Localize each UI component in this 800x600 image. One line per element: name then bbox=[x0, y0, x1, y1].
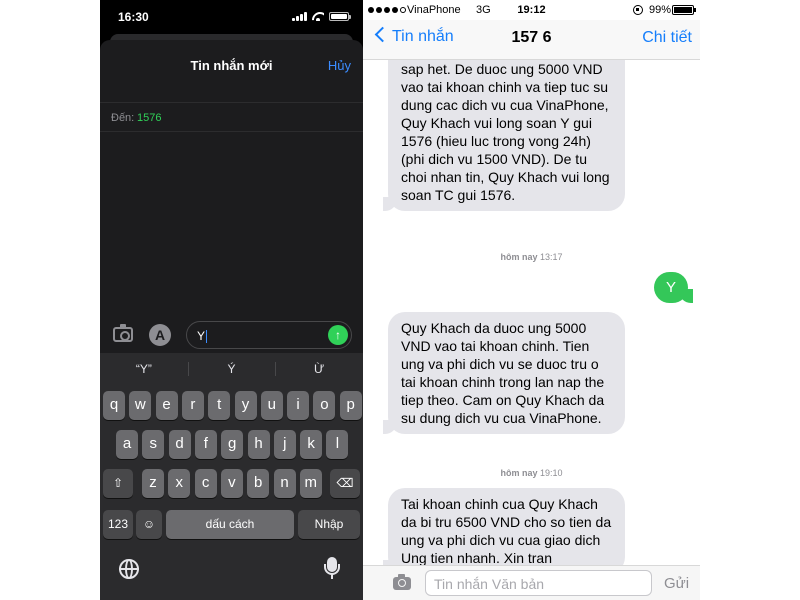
cancel-button[interactable]: Hủy bbox=[328, 58, 351, 73]
timestamp-day: hôm nay bbox=[500, 468, 538, 478]
emoji-key[interactable]: ☺ bbox=[136, 510, 162, 539]
sheet-title: Tin nhắn mới bbox=[190, 58, 273, 73]
send-button[interactable]: ↑ bbox=[328, 325, 348, 345]
key-v[interactable]: v bbox=[220, 469, 243, 498]
key-f[interactable]: f bbox=[194, 430, 217, 459]
suggestion-item[interactable]: “Y” bbox=[100, 353, 188, 385]
incoming-message[interactable]: Quy Khach da duoc ung 5000 VND vao tai k… bbox=[383, 312, 625, 434]
details-button[interactable]: Chi tiết bbox=[642, 29, 692, 47]
battery-percent: 99% bbox=[649, 4, 672, 16]
message-thread[interactable]: Tai khoan chinh cua Quy Khach sap het. D… bbox=[363, 60, 700, 565]
suggestion-item[interactable]: Ừ bbox=[275, 353, 363, 385]
key-g[interactable]: g bbox=[221, 430, 244, 459]
navigation-bar: Tin nhắn 157 6 Chi tiết bbox=[363, 20, 700, 60]
signal-icon bbox=[292, 12, 307, 21]
key-n[interactable]: n bbox=[273, 469, 296, 498]
incoming-message[interactable]: Tai khoan chinh cua Quy Khach sap het. D… bbox=[383, 60, 625, 211]
recipient-label: Đến: bbox=[111, 112, 135, 124]
key-d[interactable]: d bbox=[168, 430, 191, 459]
timestamp-time: 19:10 bbox=[540, 468, 563, 478]
key-a[interactable]: a bbox=[116, 430, 138, 459]
key-x[interactable]: x bbox=[168, 469, 191, 498]
message-input-text: Y bbox=[197, 329, 208, 344]
key-h[interactable]: h bbox=[247, 430, 270, 459]
key-j[interactable]: j bbox=[273, 430, 296, 459]
key-u[interactable]: u bbox=[260, 391, 283, 420]
return-key[interactable]: Nhập bbox=[298, 510, 360, 539]
key-q[interactable]: q bbox=[103, 391, 125, 420]
timestamp-time: 13:17 bbox=[540, 252, 563, 262]
rotation-lock-icon bbox=[633, 5, 643, 15]
key-t[interactable]: t bbox=[208, 391, 231, 420]
key-z[interactable]: z bbox=[142, 469, 164, 498]
message-input[interactable]: Y ↑ bbox=[186, 321, 352, 349]
outgoing-message[interactable]: Y bbox=[653, 272, 694, 303]
message-composer: A Y ↑ bbox=[100, 318, 363, 354]
globe-icon[interactable] bbox=[119, 559, 139, 579]
key-p[interactable]: p bbox=[339, 391, 362, 420]
text-caret bbox=[206, 330, 208, 344]
status-bar: VinaPhone 3G 19:12 99% bbox=[363, 0, 700, 20]
key-s[interactable]: s bbox=[142, 430, 165, 459]
suggestion-item[interactable]: Ý bbox=[187, 353, 276, 385]
recipient-value[interactable]: 1576 bbox=[137, 112, 161, 124]
right-phone-screen: VinaPhone 3G 19:12 99% Tin nhắn 157 6 Ch… bbox=[363, 0, 700, 600]
battery-icon bbox=[329, 12, 351, 21]
shift-key[interactable]: ⇧ bbox=[103, 469, 133, 498]
status-bar: 16:30 bbox=[100, 0, 363, 34]
backspace-key[interactable]: ⌫ bbox=[330, 469, 360, 498]
key-y[interactable]: y bbox=[234, 391, 257, 420]
key-o[interactable]: o bbox=[313, 391, 336, 420]
key-k[interactable]: k bbox=[300, 430, 323, 459]
space-key[interactable]: dấu cách bbox=[166, 510, 294, 539]
keyboard: “Y” Ý Ừ q w e r t y u i o p a s d f g h j k l ⇧ z x c v b n m ⌫ 123 ☺… bbox=[100, 353, 363, 600]
timestamp: hôm nay 19:10 bbox=[363, 468, 700, 478]
key-m[interactable]: m bbox=[299, 469, 322, 498]
key-r[interactable]: r bbox=[181, 391, 204, 420]
timestamp-day: hôm nay bbox=[500, 252, 538, 262]
app-store-icon[interactable]: A bbox=[149, 324, 171, 346]
key-w[interactable]: w bbox=[129, 391, 152, 420]
message-input-bar: Gửi bbox=[363, 565, 700, 600]
battery-icon bbox=[672, 5, 696, 15]
timestamp: hôm nay 13:17 bbox=[363, 252, 700, 262]
key-l[interactable]: l bbox=[326, 430, 349, 459]
key-e[interactable]: e bbox=[155, 391, 178, 420]
camera-icon[interactable] bbox=[113, 324, 133, 342]
key-i[interactable]: i bbox=[287, 391, 310, 420]
incoming-message[interactable]: Tai khoan chinh cua Quy Khach da bi tru … bbox=[383, 488, 625, 565]
microphone-icon[interactable] bbox=[324, 557, 340, 579]
key-b[interactable]: b bbox=[247, 469, 270, 498]
numbers-key[interactable]: 123 bbox=[103, 510, 133, 539]
suggestion-bar: “Y” Ý Ừ bbox=[100, 353, 363, 385]
message-input-field[interactable] bbox=[434, 575, 644, 592]
recipient-row[interactable]: Đến: 1576 bbox=[100, 102, 363, 132]
left-phone-screen: 16:30 Tin nhắn mới Hủy Đến: 1576 A Y ↑ “… bbox=[100, 0, 363, 600]
status-time: 16:30 bbox=[118, 10, 149, 24]
wifi-icon bbox=[312, 12, 324, 21]
send-button[interactable]: Gửi bbox=[664, 575, 689, 592]
key-c[interactable]: c bbox=[194, 469, 217, 498]
message-input[interactable] bbox=[425, 570, 652, 596]
status-icons bbox=[292, 11, 351, 21]
camera-icon[interactable] bbox=[393, 574, 411, 590]
